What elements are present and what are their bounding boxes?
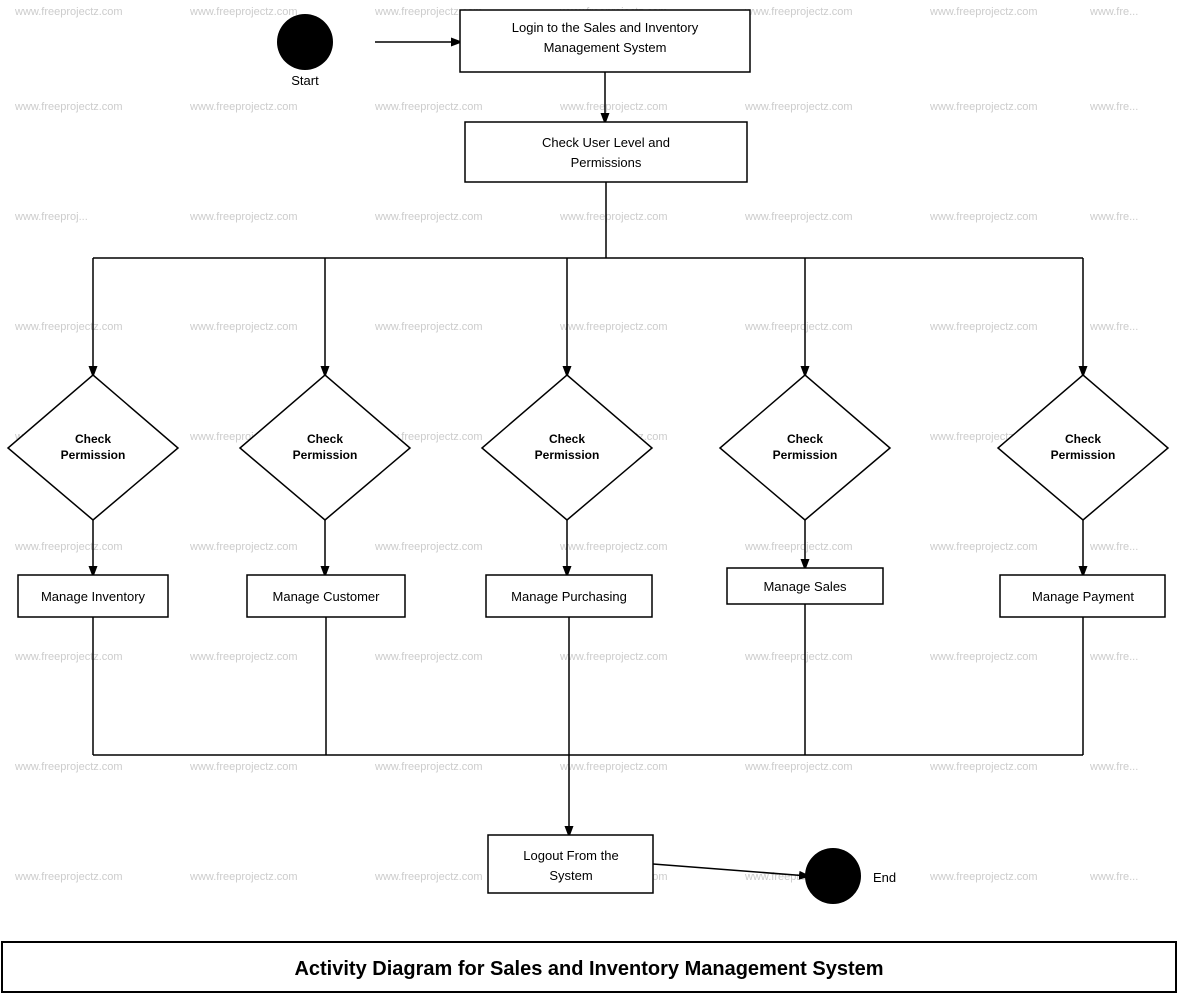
svg-text:www.freeprojectz.com: www.freeprojectz.com	[744, 541, 853, 553]
svg-text:Login to the Sales and Invento: Login to the Sales and Inventory	[512, 20, 699, 35]
svg-text:Permission: Permission	[1051, 448, 1116, 462]
svg-text:www.freeprojectz.com: www.freeprojectz.com	[559, 101, 668, 113]
svg-text:Check: Check	[307, 432, 343, 446]
svg-text:www.freeprojectz.com: www.freeprojectz.com	[374, 321, 483, 333]
svg-text:www.fre...: www.fre...	[1089, 321, 1138, 333]
svg-text:Check: Check	[1065, 432, 1101, 446]
svg-text:www.fre...: www.fre...	[1089, 6, 1138, 18]
svg-text:Permission: Permission	[61, 448, 126, 462]
svg-text:www.freeprojectz.com: www.freeprojectz.com	[14, 101, 123, 113]
svg-text:Logout From the: Logout From the	[523, 848, 618, 863]
svg-text:www.freeprojectz.com: www.freeprojectz.com	[744, 321, 853, 333]
svg-text:www.freeprojectz.com: www.freeprojectz.com	[14, 541, 123, 553]
svg-text:www.freeprojectz.com: www.freeprojectz.com	[374, 211, 483, 223]
svg-text:www.fre...: www.fre...	[1089, 541, 1138, 553]
svg-text:www.fre...: www.fre...	[1089, 651, 1138, 663]
svg-text:www.freeprojectz.com: www.freeprojectz.com	[189, 321, 298, 333]
svg-text:Manage Payment: Manage Payment	[1032, 589, 1134, 604]
svg-text:System: System	[549, 868, 592, 883]
svg-text:Check: Check	[75, 432, 111, 446]
svg-text:www.freeprojectz.com: www.freeprojectz.com	[929, 6, 1038, 18]
svg-text:www.freeprojectz.com: www.freeprojectz.com	[929, 321, 1038, 333]
svg-text:www.freeprojectz.com: www.freeprojectz.com	[374, 761, 483, 773]
svg-text:Permission: Permission	[773, 448, 838, 462]
svg-text:www.freeprojectz.com: www.freeprojectz.com	[929, 761, 1038, 773]
svg-text:www.freeprojectz.com: www.freeprojectz.com	[14, 651, 123, 663]
svg-text:www.freeprojectz.com: www.freeprojectz.com	[189, 871, 298, 883]
logout-box	[488, 835, 653, 893]
svg-text:www.freeprojectz.com: www.freeprojectz.com	[559, 211, 668, 223]
svg-text:Permission: Permission	[535, 448, 600, 462]
svg-text:www.freeprojectz.com: www.freeprojectz.com	[374, 871, 483, 883]
svg-text:www.freeprojectz.com: www.freeprojectz.com	[929, 651, 1038, 663]
svg-text:www.freeprojectz.com: www.freeprojectz.com	[744, 761, 853, 773]
svg-text:www.freeprojectz.com: www.freeprojectz.com	[559, 651, 668, 663]
svg-text:www.fre...: www.fre...	[1089, 101, 1138, 113]
svg-text:Manage Sales: Manage Sales	[763, 579, 847, 594]
svg-text:www.freeprojectz.com: www.freeprojectz.com	[559, 761, 668, 773]
svg-text:Management System: Management System	[544, 40, 667, 55]
svg-text:Manage Purchasing: Manage Purchasing	[511, 589, 627, 604]
svg-text:Permission: Permission	[293, 448, 358, 462]
svg-text:www.freeprojectz.com: www.freeprojectz.com	[744, 651, 853, 663]
svg-text:Check: Check	[549, 432, 585, 446]
svg-text:www.freeprojectz.com: www.freeprojectz.com	[744, 211, 853, 223]
svg-text:Permissions: Permissions	[571, 155, 642, 170]
svg-text:www.freeprojectz.com: www.freeprojectz.com	[189, 211, 298, 223]
svg-text:www.freeprojectz.com: www.freeprojectz.com	[374, 651, 483, 663]
svg-text:www.freeprojectz.com: www.freeprojectz.com	[189, 6, 298, 18]
svg-text:Check: Check	[787, 432, 823, 446]
svg-text:www.freeprojectz.com: www.freeprojectz.com	[14, 6, 123, 18]
svg-text:www.freeprojectz.com: www.freeprojectz.com	[559, 541, 668, 553]
svg-text:www.freeprojectz.com: www.freeprojectz.com	[929, 211, 1038, 223]
svg-text:www.freeprojectz.com: www.freeprojectz.com	[929, 541, 1038, 553]
svg-text:www.freeprojectz.com: www.freeprojectz.com	[744, 6, 853, 18]
start-label: Start	[291, 73, 319, 88]
svg-text:www.freeproj...: www.freeproj...	[14, 211, 88, 223]
svg-text:www.fre...: www.fre...	[1089, 211, 1138, 223]
svg-text:www.fre...: www.fre...	[1089, 761, 1138, 773]
svg-text:www.freeprojectz.com: www.freeprojectz.com	[189, 541, 298, 553]
svg-text:www.freeprojectz.com: www.freeprojectz.com	[374, 541, 483, 553]
svg-text:www.freeprojectz.com: www.freeprojectz.com	[14, 761, 123, 773]
svg-text:www.freeprojectz.com: www.freeprojectz.com	[14, 871, 123, 883]
svg-text:www.freeprojectz.com: www.freeprojectz.com	[744, 101, 853, 113]
svg-text:Check User Level and: Check User Level and	[542, 135, 670, 150]
svg-text:www.fre...: www.fre...	[1089, 871, 1138, 883]
svg-text:Manage Inventory: Manage Inventory	[41, 589, 146, 604]
check-user-level-box	[465, 122, 747, 182]
svg-text:www.freeprojectz.com: www.freeprojectz.com	[189, 761, 298, 773]
svg-text:www.freeprojectz.com: www.freeprojectz.com	[929, 101, 1038, 113]
svg-text:www.freeprojectz.com: www.freeprojectz.com	[559, 321, 668, 333]
svg-text:Manage Customer: Manage Customer	[273, 589, 381, 604]
svg-text:www.freeprojectz.com: www.freeprojectz.com	[189, 651, 298, 663]
diagram-svg: www.freeprojectz.com www.freeprojectz.co…	[0, 0, 1178, 994]
end-label: End	[873, 870, 896, 885]
svg-text:www.freeprojectz.com: www.freeprojectz.com	[14, 321, 123, 333]
title-bar-text: Activity Diagram for Sales and Inventory…	[294, 958, 883, 980]
svg-text:www.freeprojectz.com: www.freeprojectz.com	[929, 871, 1038, 883]
svg-text:www.freeprojectz.com: www.freeprojectz.com	[189, 101, 298, 113]
start-node	[277, 14, 333, 70]
end-node	[805, 848, 861, 904]
svg-text:www.freeprojectz.com: www.freeprojectz.com	[374, 101, 483, 113]
